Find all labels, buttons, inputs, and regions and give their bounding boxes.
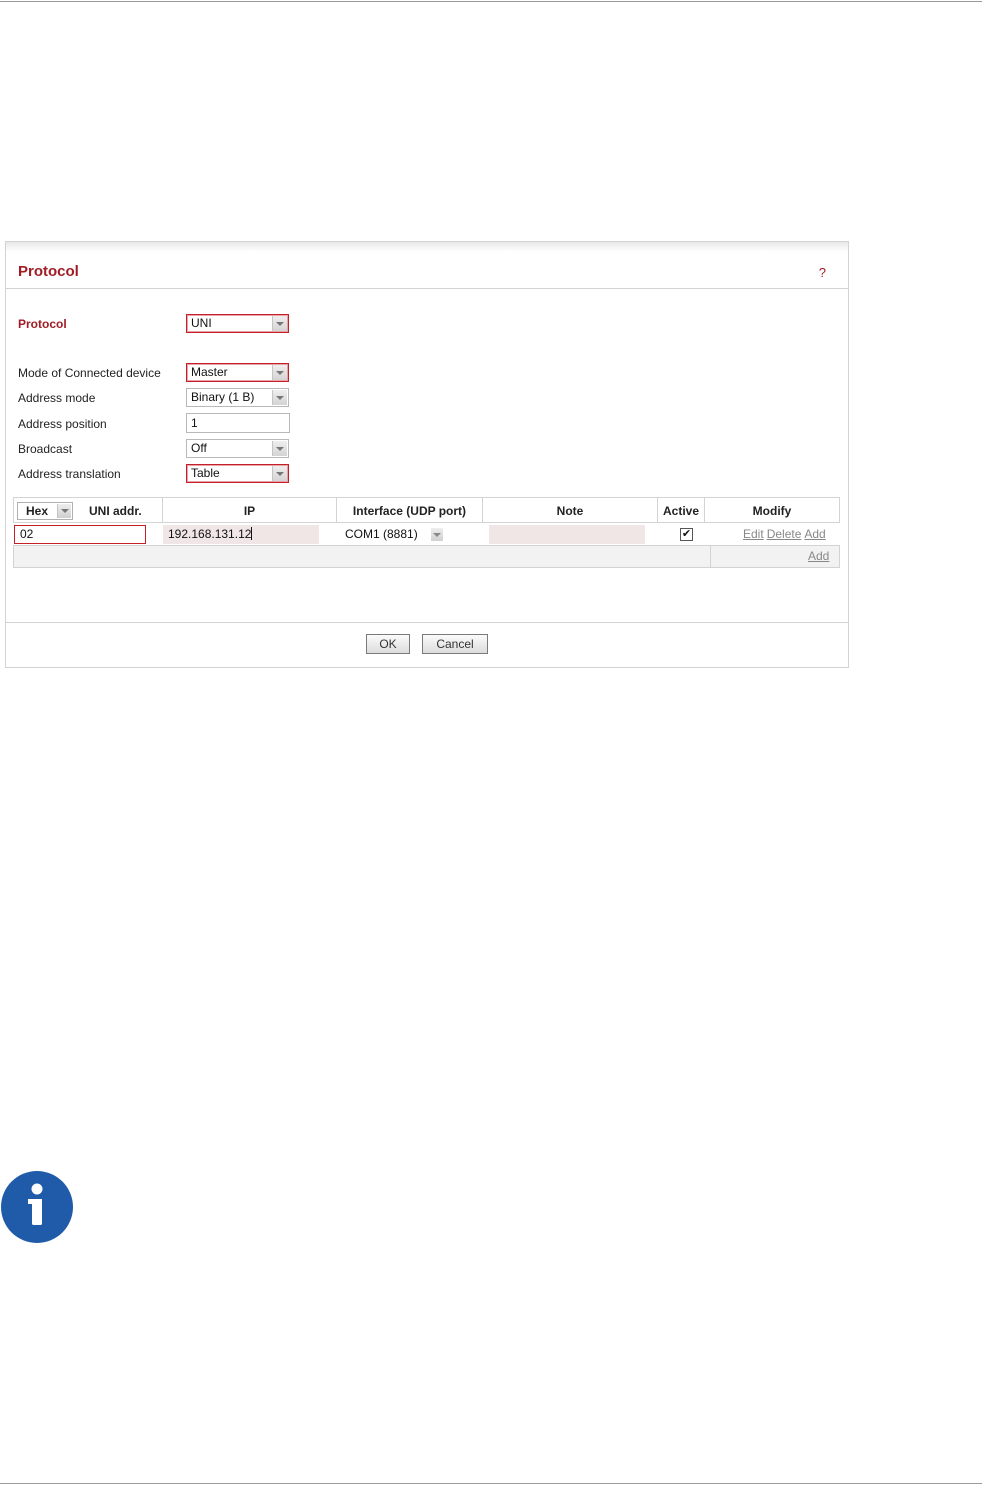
broadcast-select[interactable]: Off: [186, 439, 289, 458]
address-translation-select[interactable]: Table: [186, 464, 289, 483]
add-link[interactable]: Add: [804, 527, 825, 541]
header-interface: Interface (UDP port): [337, 497, 483, 523]
page-top-rule: [0, 1, 982, 2]
chevron-down-icon: [272, 316, 287, 331]
footer-add-link[interactable]: Add: [808, 546, 829, 567]
address-translation-select-value: Table: [191, 466, 220, 480]
broadcast-label: Broadcast: [18, 442, 73, 456]
header-note: Note: [483, 497, 658, 523]
ip-input-value: 192.168.131.12: [168, 527, 252, 541]
footer-separator: [6, 622, 848, 623]
interface-select-value: COM1 (8881): [345, 527, 418, 541]
mode-label: Mode of Connected device: [18, 366, 161, 380]
note-input[interactable]: [489, 525, 645, 544]
chevron-down-icon: [272, 466, 287, 481]
table-footer-row: Add: [13, 546, 840, 568]
chevron-down-icon: [272, 441, 287, 456]
help-link[interactable]: ?: [819, 265, 826, 280]
format-select[interactable]: Hex: [17, 502, 73, 520]
info-icon: [1, 1171, 73, 1243]
protocol-panel: Protocol ? Protocol UNI Mode of Connecte…: [5, 241, 849, 668]
table-row: 02 192.168.131.12 COM1 (8881) ✔ Edit Dele…: [13, 523, 840, 546]
protocol-label: Protocol: [18, 317, 67, 331]
active-checkbox[interactable]: ✔: [680, 528, 693, 541]
mode-select[interactable]: Master: [186, 363, 289, 382]
address-mode-select[interactable]: Binary (1 B): [186, 388, 289, 407]
mode-select-value: Master: [191, 365, 228, 379]
delete-link[interactable]: Delete: [767, 527, 802, 541]
interface-select[interactable]: COM1 (8881): [345, 525, 443, 544]
protocol-select[interactable]: UNI: [186, 314, 289, 333]
ip-input[interactable]: 192.168.131.12: [163, 525, 319, 544]
header-modify: Modify: [705, 497, 840, 523]
broadcast-select-value: Off: [191, 441, 207, 455]
edit-link[interactable]: Edit: [743, 527, 764, 541]
address-mode-select-value: Binary (1 B): [191, 390, 255, 404]
chevron-down-icon: [272, 365, 287, 380]
panel-title: Protocol: [18, 263, 79, 280]
uni-addr-header-label: UNI addr.: [89, 504, 142, 518]
panel-top-bar: [6, 242, 848, 252]
chevron-down-icon: [57, 504, 71, 518]
address-position-label: Address position: [18, 417, 107, 431]
ok-button[interactable]: OK: [366, 634, 410, 654]
header-active: Active: [658, 497, 705, 523]
page-bottom-rule: [0, 1483, 982, 1484]
address-translation-label: Address translation: [18, 467, 121, 481]
text-caret: [251, 527, 253, 540]
chevron-down-icon: [272, 390, 287, 405]
cancel-button[interactable]: Cancel: [422, 634, 488, 654]
header-uni-addr: Hex UNI addr.: [13, 497, 163, 523]
address-mode-label: Address mode: [18, 391, 96, 405]
row-actions: Edit Delete Add: [743, 525, 829, 544]
protocol-select-value: UNI: [191, 316, 212, 330]
format-select-value: Hex: [26, 504, 49, 518]
header-ip: IP: [163, 497, 337, 523]
address-position-input[interactable]: 1: [186, 413, 290, 433]
title-separator: [6, 288, 848, 289]
uni-addr-input[interactable]: 02: [14, 525, 146, 544]
modify-column-divider: [710, 546, 711, 568]
chevron-down-icon: [431, 528, 443, 541]
